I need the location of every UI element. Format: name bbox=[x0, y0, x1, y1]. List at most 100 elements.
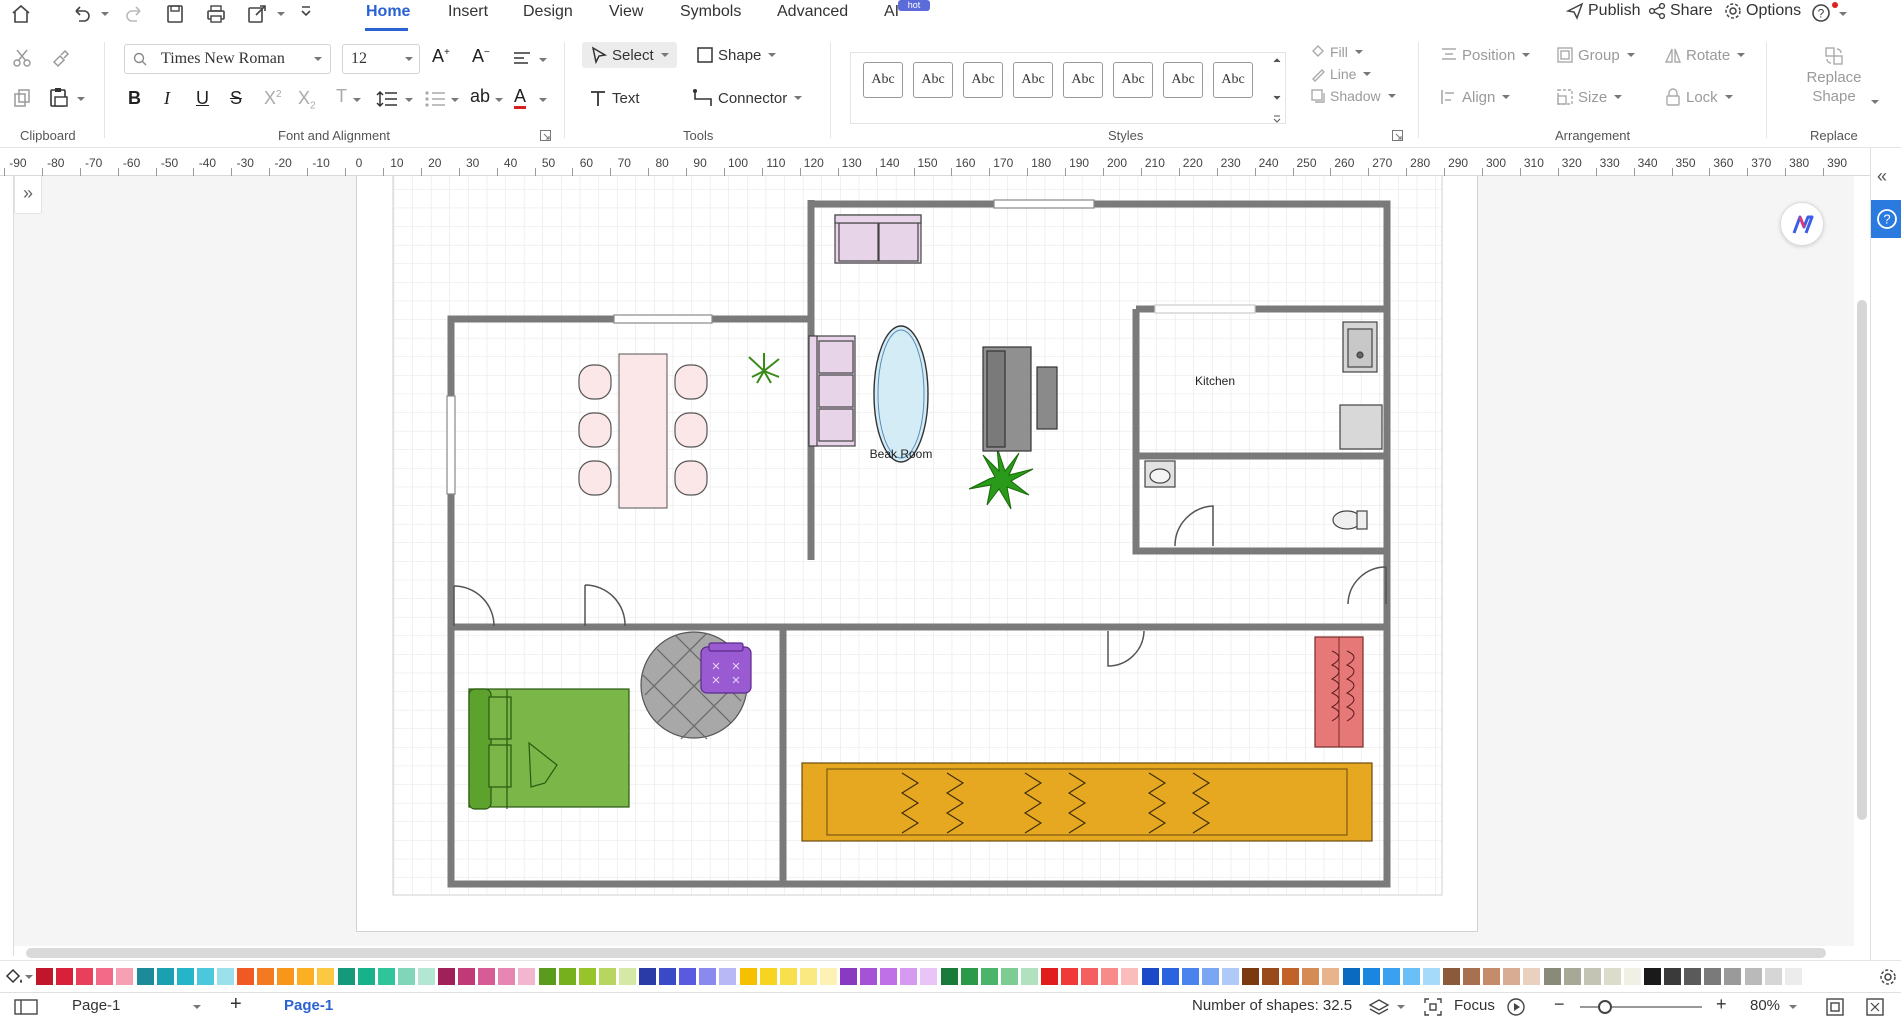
tab-symbols[interactable]: Symbols bbox=[680, 3, 741, 21]
page-panel-icon[interactable] bbox=[14, 999, 38, 1015]
color-swatch[interactable] bbox=[1141, 968, 1159, 985]
zoom-in-button[interactable]: + bbox=[1716, 994, 1727, 1015]
help-dropdown-icon[interactable] bbox=[1839, 12, 1847, 16]
color-swatch[interactable] bbox=[799, 968, 817, 985]
text-case-dropdown-icon[interactable] bbox=[353, 98, 361, 102]
font-family-select[interactable]: Times New Roman bbox=[124, 44, 331, 74]
color-swatch[interactable] bbox=[699, 968, 717, 985]
color-swatch[interactable] bbox=[880, 968, 898, 985]
horizontal-scrollbar[interactable] bbox=[26, 948, 1826, 958]
color-swatch[interactable] bbox=[1764, 968, 1782, 985]
tab-advanced[interactable]: Advanced bbox=[777, 3, 848, 21]
color-swatch[interactable] bbox=[759, 968, 777, 985]
bullet-list-icon[interactable] bbox=[424, 90, 446, 108]
bold-icon[interactable]: B bbox=[128, 88, 141, 109]
replace-dropdown-icon[interactable] bbox=[1871, 100, 1879, 104]
style-sample[interactable]: Abc bbox=[863, 62, 903, 98]
align-button[interactable]: Align bbox=[1440, 88, 1511, 106]
add-page-button[interactable]: + bbox=[230, 993, 242, 1016]
font-color-dropdown-icon[interactable] bbox=[539, 98, 547, 102]
highlight-dropdown-icon[interactable] bbox=[495, 98, 503, 102]
color-swatch[interactable] bbox=[317, 968, 335, 985]
font-dialog-launcher-icon[interactable] bbox=[540, 130, 551, 141]
italic-icon[interactable]: I bbox=[164, 88, 170, 109]
color-swatch[interactable] bbox=[1362, 968, 1380, 985]
style-sample[interactable]: Abc bbox=[963, 62, 1003, 98]
color-swatch[interactable] bbox=[96, 968, 114, 985]
share-button[interactable]: Share bbox=[1648, 2, 1713, 20]
style-sample[interactable]: Abc bbox=[913, 62, 953, 98]
color-swatch[interactable] bbox=[1081, 968, 1099, 985]
vertical-scrollbar[interactable] bbox=[1857, 300, 1867, 820]
select-tool-button[interactable]: Select bbox=[582, 42, 677, 68]
decrease-font-icon[interactable]: A− bbox=[472, 46, 490, 67]
tab-insert[interactable]: Insert bbox=[448, 3, 488, 21]
color-swatch[interactable] bbox=[377, 968, 395, 985]
color-swatch[interactable] bbox=[196, 968, 214, 985]
color-swatch[interactable] bbox=[1623, 968, 1641, 985]
color-swatch[interactable] bbox=[257, 968, 275, 985]
cut-icon[interactable] bbox=[12, 48, 32, 68]
color-swatch[interactable] bbox=[76, 968, 94, 985]
layers-icon[interactable] bbox=[1368, 998, 1390, 1016]
color-swatch[interactable] bbox=[1583, 968, 1601, 985]
text-tool-button[interactable]: Text bbox=[588, 88, 640, 108]
color-swatch[interactable] bbox=[498, 968, 516, 985]
home-icon[interactable] bbox=[10, 3, 32, 25]
line-spacing-icon[interactable] bbox=[376, 90, 398, 108]
style-sample[interactable]: Abc bbox=[1113, 62, 1153, 98]
color-swatch[interactable] bbox=[1342, 968, 1360, 985]
color-swatch[interactable] bbox=[1543, 968, 1561, 985]
color-swatch[interactable] bbox=[1041, 968, 1058, 985]
color-swatch[interactable] bbox=[840, 968, 857, 985]
color-swatch[interactable] bbox=[1221, 968, 1239, 985]
gear-icon[interactable] bbox=[1878, 967, 1898, 987]
position-button[interactable]: Position bbox=[1440, 46, 1531, 64]
line-button[interactable]: Line bbox=[1310, 66, 1372, 82]
fullscreen-icon[interactable] bbox=[1866, 998, 1884, 1016]
color-swatch[interactable] bbox=[679, 968, 697, 985]
color-swatch[interactable] bbox=[237, 968, 254, 985]
drawing-page[interactable]: Beak Room Kitchen bbox=[356, 176, 1478, 932]
color-swatch[interactable] bbox=[1181, 968, 1199, 985]
color-swatch[interactable] bbox=[1201, 968, 1219, 985]
tab-page-1[interactable]: Page-1 bbox=[284, 997, 333, 1014]
color-swatch[interactable] bbox=[819, 968, 837, 985]
shape-tool-button[interactable]: Shape bbox=[696, 46, 777, 64]
copy-icon[interactable] bbox=[12, 88, 32, 108]
color-swatch[interactable] bbox=[598, 968, 616, 985]
color-swatch[interactable] bbox=[1020, 968, 1038, 985]
style-gallery-scroll-icon[interactable] bbox=[1271, 52, 1283, 124]
color-swatch[interactable] bbox=[1402, 968, 1420, 985]
color-swatch[interactable] bbox=[1322, 968, 1340, 985]
color-swatch[interactable] bbox=[397, 968, 415, 985]
style-sample[interactable]: Abc bbox=[1213, 62, 1253, 98]
color-swatch[interactable] bbox=[136, 968, 154, 985]
color-swatch[interactable] bbox=[176, 968, 194, 985]
subscript-icon[interactable]: X2 bbox=[298, 88, 316, 112]
color-swatch[interactable] bbox=[1061, 968, 1079, 985]
style-sample[interactable]: Abc bbox=[1063, 62, 1103, 98]
size-button[interactable]: Size bbox=[1556, 88, 1623, 106]
color-swatch[interactable] bbox=[1282, 968, 1300, 985]
color-swatch[interactable] bbox=[116, 968, 134, 985]
color-swatch[interactable] bbox=[1603, 968, 1621, 985]
color-swatch[interactable] bbox=[538, 968, 556, 985]
color-swatch[interactable] bbox=[920, 968, 938, 985]
text-align-icon[interactable] bbox=[512, 50, 532, 66]
color-swatch[interactable] bbox=[1101, 968, 1119, 985]
color-swatch[interactable] bbox=[1664, 968, 1682, 985]
color-swatch[interactable] bbox=[659, 968, 677, 985]
tab-design[interactable]: Design bbox=[523, 3, 573, 21]
expand-left-panel-button[interactable]: » bbox=[14, 176, 42, 214]
text-case-icon[interactable]: T bbox=[336, 86, 347, 107]
align-dropdown-icon[interactable] bbox=[539, 58, 547, 62]
tab-home[interactable]: Home bbox=[366, 3, 410, 21]
color-swatch[interactable] bbox=[578, 968, 596, 985]
line-spacing-dropdown-icon[interactable] bbox=[405, 98, 413, 102]
floor-plan[interactable]: Beak Room Kitchen bbox=[357, 176, 1479, 933]
color-swatch[interactable] bbox=[417, 968, 435, 985]
tab-view[interactable]: View bbox=[609, 3, 643, 21]
publish-button[interactable]: Publish bbox=[1566, 2, 1640, 20]
color-swatch[interactable] bbox=[518, 968, 536, 985]
